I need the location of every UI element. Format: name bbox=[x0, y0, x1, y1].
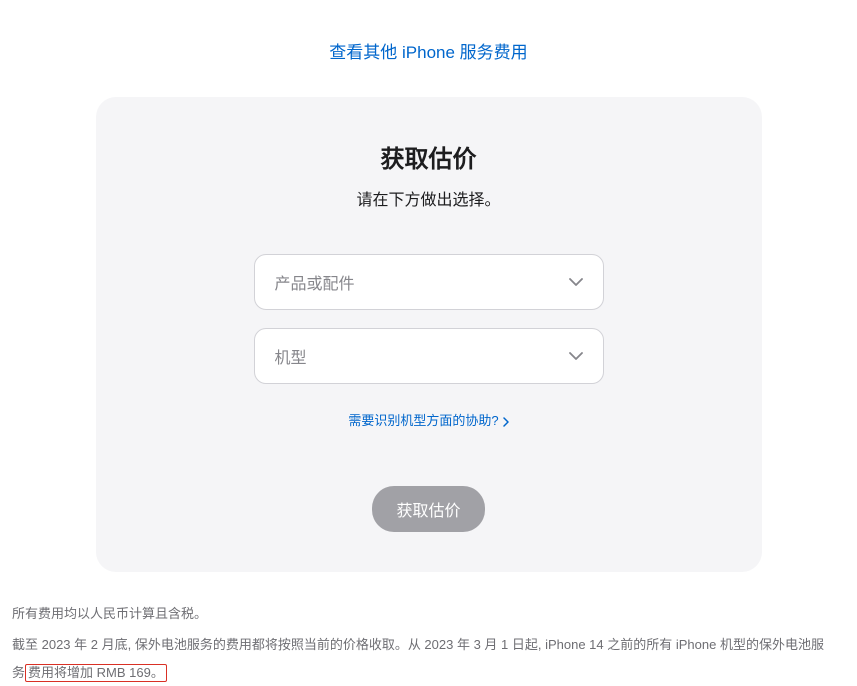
chevron-down-icon bbox=[569, 352, 583, 360]
card-subtitle: 请在下方做出选择。 bbox=[136, 186, 722, 210]
help-link-label: 需要识别机型方面的协助? bbox=[348, 410, 498, 429]
footer-line-1: 所有费用均以人民币计算且含税。 bbox=[12, 600, 832, 627]
chevron-right-icon bbox=[503, 415, 509, 425]
model-select-wrapper: 机型 bbox=[254, 328, 604, 384]
other-services-link[interactable]: 查看其他 iPhone 服务费用 bbox=[329, 43, 527, 62]
footer-line-2: 截至 2023 年 2 月底, 保外电池服务的费用都将按照当前的价格收取。从 2… bbox=[12, 631, 832, 686]
identify-model-help-link[interactable]: 需要识别机型方面的协助? bbox=[348, 410, 508, 429]
product-select[interactable]: 产品或配件 bbox=[254, 254, 604, 310]
model-select-placeholder: 机型 bbox=[275, 344, 307, 368]
footer-text: 所有费用均以人民币计算且含税。 截至 2023 年 2 月底, 保外电池服务的费… bbox=[12, 600, 832, 686]
top-link-container: 查看其他 iPhone 服务费用 bbox=[0, 0, 857, 83]
estimate-card: 获取估价 请在下方做出选择。 产品或配件 机型 需要识别机型方面的协助? 获取估… bbox=[96, 97, 762, 572]
chevron-down-icon bbox=[569, 278, 583, 286]
price-increase-highlight: 费用将增加 RMB 169。 bbox=[25, 664, 167, 682]
card-title: 获取估价 bbox=[136, 139, 722, 174]
get-estimate-button[interactable]: 获取估价 bbox=[372, 486, 484, 532]
model-select[interactable]: 机型 bbox=[254, 328, 604, 384]
footer-line-2a: 截至 2023 年 2 月底, 保外电池服务的费用都将按照当前的价格收取。从 2… bbox=[12, 637, 824, 652]
footer-line-2b-pre: 务 bbox=[12, 665, 25, 680]
product-select-placeholder: 产品或配件 bbox=[275, 270, 355, 294]
product-select-wrapper: 产品或配件 bbox=[254, 254, 604, 310]
